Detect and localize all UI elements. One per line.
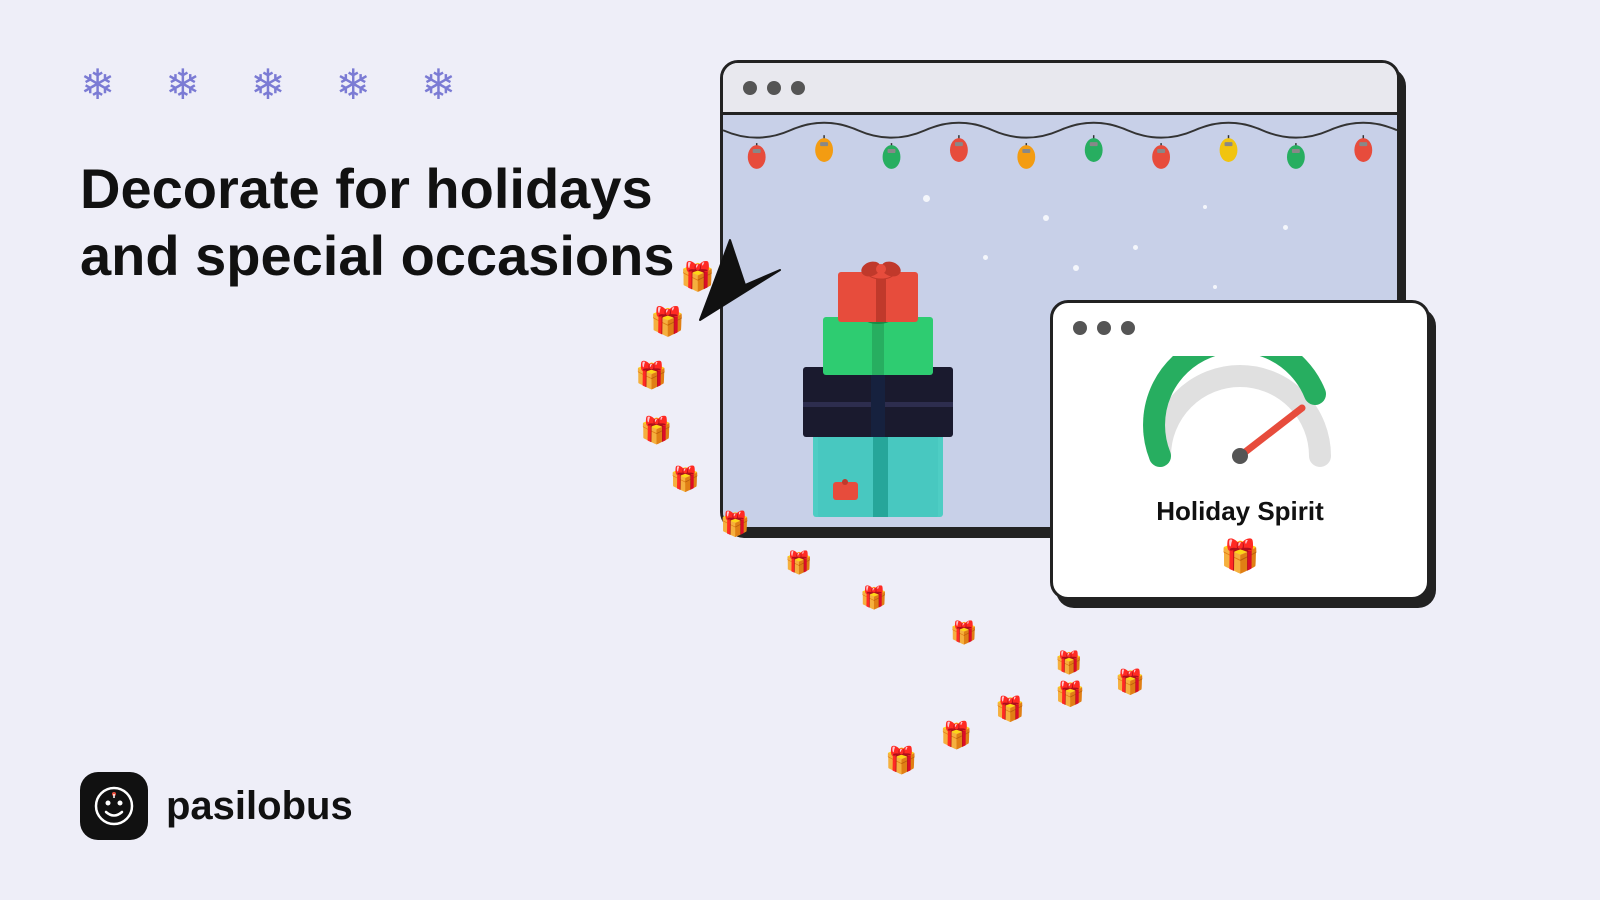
logo-text: pasilobus: [166, 784, 353, 829]
heading-line1: Decorate for holidays: [80, 155, 674, 222]
gauge-svg-area: [1140, 356, 1340, 481]
gift-trail-item: 🎁: [940, 720, 972, 751]
gift-trail-item: 🎁: [670, 465, 700, 494]
gauge-dot-3: [1121, 321, 1135, 335]
snow-dot: [923, 195, 930, 202]
snow-dot: [1133, 245, 1138, 250]
gauge-card: Holiday Spirit 🎁: [1050, 300, 1430, 600]
gift-trail-item: 🎁: [650, 305, 685, 338]
gauge-svg: [1140, 356, 1340, 476]
gift-stack-svg: [783, 247, 1043, 527]
snow-dot: [1043, 215, 1049, 221]
snowflake-3: ❄: [250, 60, 285, 109]
gift-trail-item: 🎁: [995, 695, 1025, 724]
gift-trail-item: 🎁: [635, 360, 667, 391]
snowflake-2: ❄: [165, 60, 200, 109]
browser-dot-2: [767, 81, 781, 95]
snowflake-1: ❄: [80, 60, 115, 109]
main-heading: Decorate for holidays and special occasi…: [80, 155, 674, 289]
snow-dot: [1203, 205, 1207, 209]
gauge-label: Holiday Spirit: [1156, 496, 1324, 527]
gauge-dot-1: [1073, 321, 1087, 335]
logo-svg: [92, 784, 136, 828]
logo-icon: [80, 772, 148, 840]
gift-trail-item: 🎁: [885, 745, 917, 776]
heading-line2: and special occasions: [80, 222, 674, 289]
logo-area: pasilobus: [80, 772, 353, 840]
snow-dot: [1213, 285, 1217, 289]
gift-trail-item: 🎁: [640, 415, 672, 446]
snow-dot: [1073, 265, 1079, 271]
snow-dot: [1283, 225, 1288, 230]
gift-trail-item: 🎁: [785, 550, 812, 576]
gauge-dot-2: [1097, 321, 1111, 335]
snowflake-4: ❄: [336, 60, 371, 109]
gauge-titlebar: [1053, 303, 1427, 353]
snowflake-5: ❄: [421, 60, 456, 109]
snowflakes-decoration: ❄ ❄ ❄ ❄ ❄: [80, 60, 456, 109]
browser-titlebar: [723, 63, 1397, 115]
christmas-lights: [723, 115, 1397, 195]
gift-trail-item: 🎁: [860, 585, 887, 611]
cursor-arrow: [690, 230, 810, 330]
lights-svg: [723, 115, 1397, 195]
gift-trail-item: 🎁: [1055, 650, 1082, 676]
browser-dot-1: [743, 81, 757, 95]
gift-trail-item: 🎁: [1115, 668, 1145, 697]
gift-trail-item: 🎁: [1055, 680, 1085, 709]
gauge-gift-icon: 🎁: [1220, 537, 1260, 575]
gift-trail-item: 🎁: [950, 620, 977, 646]
browser-dot-3: [791, 81, 805, 95]
